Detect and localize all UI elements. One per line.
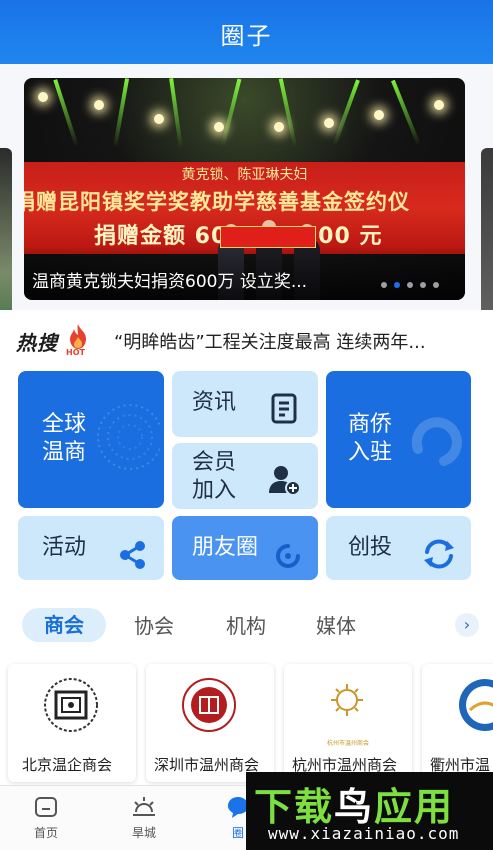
watermark: 下载鸟应用 www.xiazainiao.com	[246, 772, 493, 850]
tile-friends-label: 朋友圈	[192, 535, 259, 560]
tile-activity-label: 活动	[42, 535, 87, 560]
tab-chamber[interactable]: 商会	[22, 608, 106, 642]
nav-city[interactable]: 旱城	[114, 794, 174, 841]
app-root: 圈子 黄克锁、陈亚琳夫妇 捐赠昆阳镇奖学奖教助学慈善基金签约仪 捐赠金额 600…	[0, 0, 493, 850]
category-tabs: 商会 协会 机构 媒体 ›	[0, 600, 493, 650]
refresh-arc-icon	[411, 417, 462, 466]
hot-badge: HOT	[66, 348, 85, 357]
stage-spotlight	[214, 122, 224, 132]
tile-global-wenshang[interactable]: 全球 温商	[18, 371, 164, 508]
nav-city-label: 旱城	[131, 826, 156, 840]
page-title: 圈子	[220, 22, 273, 50]
stage-names-text: 黄克锁、陈亚琳夫妇	[181, 167, 308, 183]
watermark-url: www.xiazainiao.com	[268, 824, 460, 843]
org-card[interactable]: 杭州市温州商会 杭州市温州商会	[284, 664, 412, 782]
share-icon	[120, 541, 145, 569]
document-icon	[271, 393, 297, 424]
org-logo-quzhou	[459, 679, 493, 731]
org-card[interactable]: 深圳市温州商会	[146, 664, 274, 782]
sunrise-icon	[133, 797, 155, 816]
home-icon	[35, 797, 57, 817]
tile-settle-in[interactable]: 商侨 入驻	[326, 371, 471, 508]
banner-caption[interactable]: 温商黄克锁夫妇捐资600万 设立奖...	[32, 267, 307, 292]
hot-search-label: 热搜	[16, 331, 58, 355]
org-name: 深圳市温州商会	[154, 756, 260, 774]
stage-light-beam	[112, 78, 130, 148]
circle-refresh-icon	[276, 544, 300, 568]
chevron-right-icon[interactable]: ›	[455, 613, 479, 637]
stage-spotlight	[434, 100, 444, 110]
banner-slide[interactable]: 黄克锁、陈亚琳夫妇 捐赠昆阳镇奖学奖教助学慈善基金签约仪 捐赠金额 600000…	[24, 78, 465, 300]
hot-search-bar[interactable]: 热搜 HOT “明眸皓齿”工程关注度最高 连续两年...	[0, 310, 493, 368]
watermark-title: 下载鸟应用	[254, 785, 455, 829]
stage-spotlight	[274, 122, 284, 132]
add-user-icon	[269, 466, 301, 496]
stage-spotlight	[38, 92, 48, 102]
tile-venture-label: 创投	[348, 535, 393, 560]
donation-board	[220, 226, 316, 248]
carousel-dot[interactable]	[381, 282, 387, 288]
stage-spotlight	[374, 110, 384, 120]
tab-association[interactable]: 协会	[134, 610, 174, 639]
carousel-dot[interactable]	[420, 282, 426, 288]
org-logo-shenzhen	[182, 678, 236, 732]
tile-news-label: 资讯	[192, 390, 237, 415]
stage-spotlight	[154, 114, 164, 124]
stage-spotlight	[324, 118, 334, 128]
org-logo-text: 杭州市温州商会	[326, 740, 369, 747]
org-logo-hangzhou	[331, 684, 363, 716]
stage-light-beam	[332, 79, 360, 147]
sync-icon	[424, 539, 454, 569]
globe-dots-icon	[97, 404, 160, 470]
org-card[interactable]: 北京温企商会	[8, 664, 136, 782]
org-list: 北京温企商会 深圳市温州商会 杭州市温州商会 杭州市温州商会 衢州市温	[0, 660, 493, 785]
tile-settle-label: 商侨 入驻	[348, 412, 393, 465]
top-bar: 圈子	[0, 0, 493, 64]
tile-member-join[interactable]: 会员 加入	[172, 443, 318, 509]
stage-spotlight	[94, 100, 104, 110]
tile-news[interactable]: 资讯	[172, 371, 318, 437]
nav-home[interactable]: 首页	[16, 794, 76, 841]
tab-institution[interactable]: 机构	[226, 610, 266, 639]
carousel-dot[interactable]	[394, 282, 400, 288]
stage-light-beam	[169, 78, 183, 148]
flame-icon	[70, 324, 86, 349]
carousel-dot[interactable]	[433, 282, 439, 288]
org-logo-beijing	[44, 678, 98, 732]
carousel-dots	[381, 282, 439, 288]
tile-member-label: 会员 加入	[192, 450, 237, 503]
stage-light-beam	[391, 79, 421, 147]
tile-activity[interactable]: 活动	[18, 516, 164, 580]
tile-global-label: 全球 温商	[42, 412, 87, 465]
tab-media[interactable]: 媒体	[316, 610, 356, 639]
stage-title-text: 捐赠昆阳镇奖学奖教助学慈善基金签约仪	[24, 190, 410, 214]
stage-light-beam	[220, 78, 242, 148]
stage-light-beam	[53, 79, 79, 147]
tile-friends-circle[interactable]: 朋友圈	[172, 516, 318, 580]
nav-home-label: 首页	[33, 826, 58, 840]
stage-light-beam	[278, 78, 298, 148]
carousel-dot[interactable]	[407, 282, 413, 288]
org-name: 北京温企商会	[22, 756, 113, 774]
org-card[interactable]: 衢州市温	[422, 664, 493, 782]
hot-search-headline[interactable]: “明眸皓齿”工程关注度最高 连续两年...	[114, 328, 426, 354]
tile-venture[interactable]: 创投	[326, 516, 471, 580]
